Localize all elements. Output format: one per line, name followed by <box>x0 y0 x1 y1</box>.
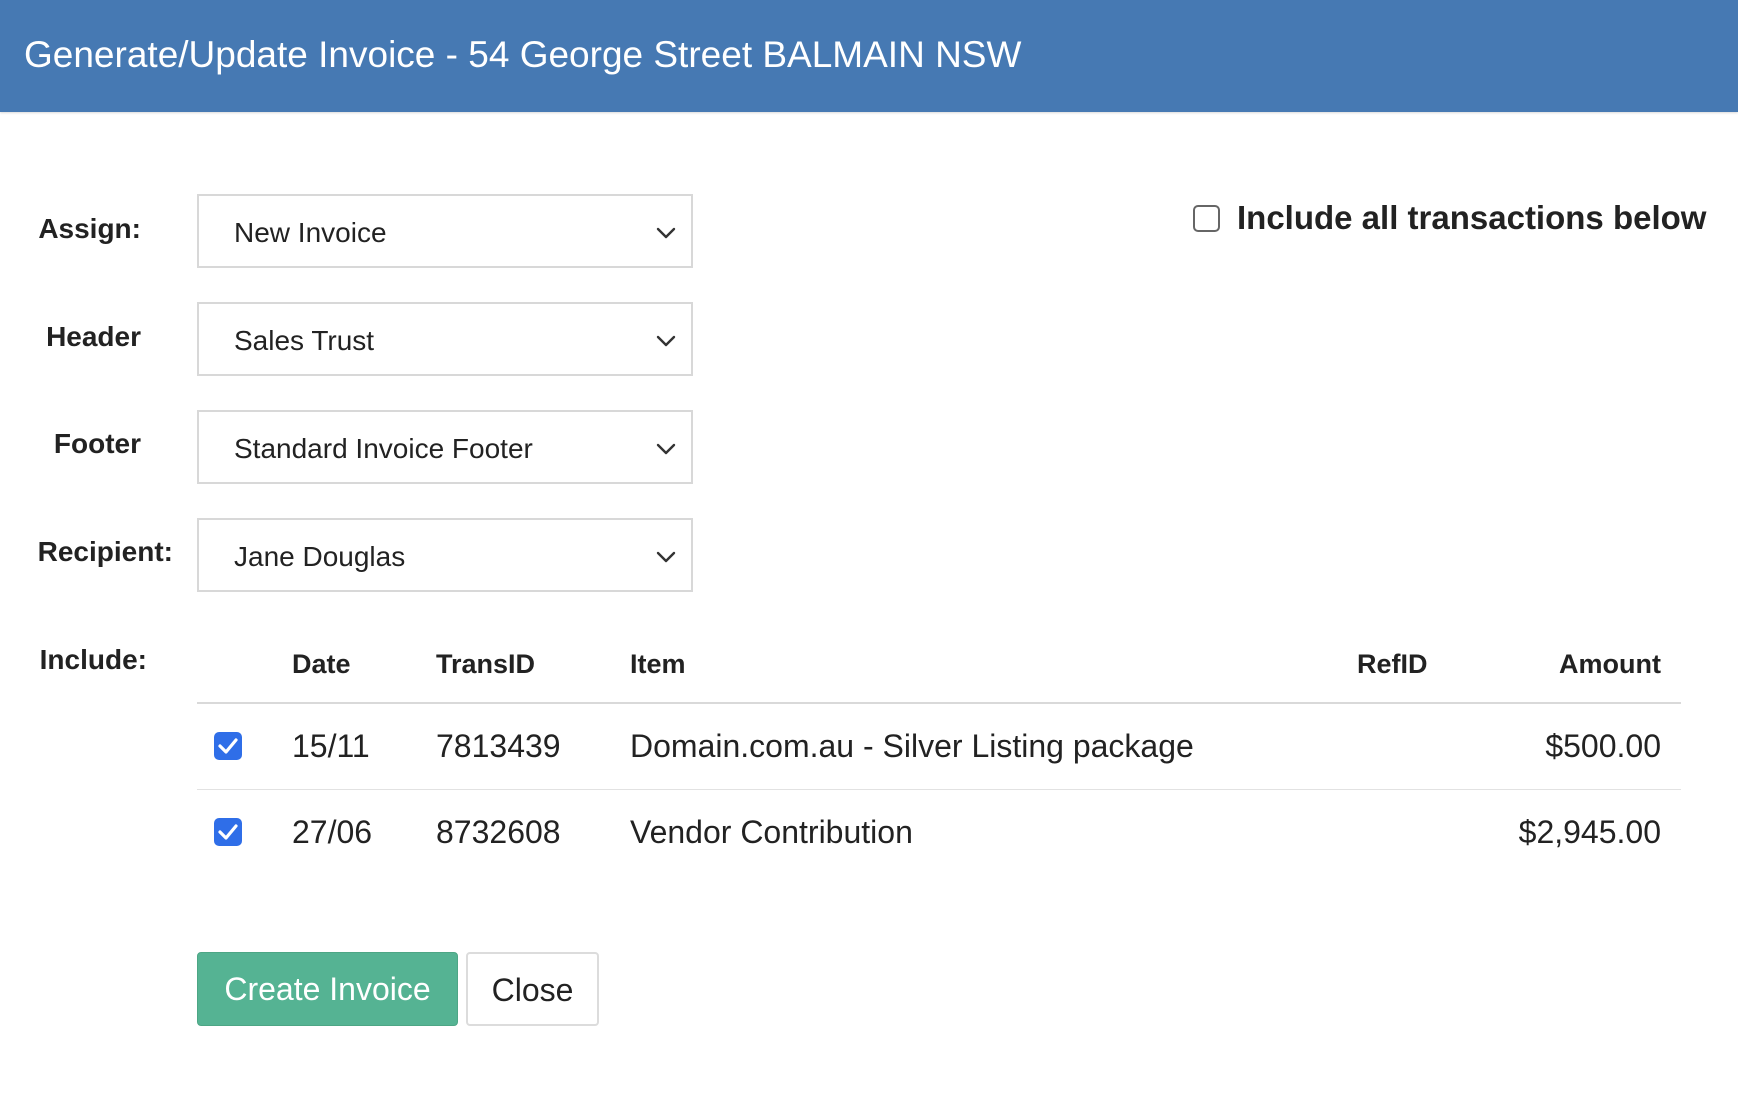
column-header-transid: TransID <box>436 649 536 679</box>
dialog-header: Generate/Update Invoice - 54 George Stre… <box>0 0 1738 112</box>
column-header-amount: Amount <box>1559 649 1661 679</box>
row-include-checkbox[interactable] <box>214 818 242 846</box>
dialog-title: Generate/Update Invoice - 54 George Stre… <box>24 34 1022 75</box>
column-header-date: Date <box>292 649 351 679</box>
row-transid: 7813439 <box>436 728 561 764</box>
recipient-select[interactable]: Jane Douglas <box>197 518 693 592</box>
table-row: 15/11 7813439 Domain.com.au - Silver Lis… <box>197 704 1681 790</box>
checkmark-icon <box>218 824 238 840</box>
row-amount: $2,945.00 <box>1518 814 1661 850</box>
checkmark-icon <box>218 738 238 754</box>
recipient-label: Recipient: <box>37 536 173 567</box>
row-amount: $500.00 <box>1545 728 1661 764</box>
chevron-down-icon <box>656 443 676 455</box>
header-select[interactable]: Sales Trust <box>197 302 693 376</box>
row-date: 27/06 <box>292 814 373 850</box>
include-label: Include: <box>39 644 147 675</box>
footer-select-value: Standard Invoice Footer <box>234 433 533 464</box>
row-date: 15/11 <box>292 728 370 764</box>
assign-select-value: New Invoice <box>234 217 387 248</box>
footer-label: Footer <box>53 428 141 459</box>
assign-label: Assign: <box>38 213 141 244</box>
close-button[interactable]: Close <box>466 952 599 1026</box>
create-invoice-button[interactable]: Create Invoice <box>197 952 458 1026</box>
column-header-refid: RefID <box>1357 649 1428 679</box>
recipient-select-value: Jane Douglas <box>234 541 406 572</box>
row-transid: 8732608 <box>436 814 561 850</box>
include-all-label: Include all transactions below <box>1237 199 1707 236</box>
table-row: 27/06 8732608 Vendor Contribution $2,945… <box>197 790 1681 876</box>
column-header-item: Item <box>630 649 686 679</box>
header-select-value: Sales Trust <box>234 325 375 356</box>
assign-select[interactable]: New Invoice <box>197 194 693 268</box>
chevron-down-icon <box>656 227 676 239</box>
include-all-checkbox[interactable] <box>1193 205 1220 232</box>
chevron-down-icon <box>656 335 676 347</box>
chevron-down-icon <box>656 551 676 563</box>
footer-select[interactable]: Standard Invoice Footer <box>197 410 693 484</box>
row-item: Domain.com.au - Silver Listing package <box>630 728 1194 764</box>
row-item: Vendor Contribution <box>630 814 913 850</box>
header-label: Header <box>46 321 141 352</box>
row-include-checkbox[interactable] <box>214 732 242 760</box>
